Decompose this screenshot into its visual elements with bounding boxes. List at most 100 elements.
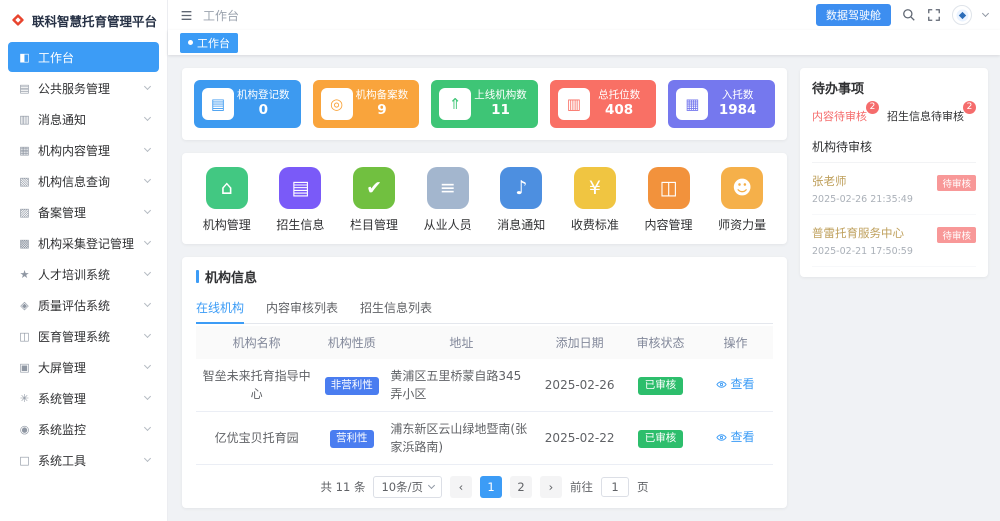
institution-address: 浦东新区云山绿地暨南(张家浜路南) <box>386 412 536 465</box>
select-caret-icon <box>428 482 435 489</box>
tab-content-review-list[interactable]: 内容审核列表 <box>266 293 338 323</box>
sidebar-item-workbench[interactable]: ◧ 工作台 <box>8 42 159 72</box>
screen-icon: ▣ <box>17 361 32 374</box>
app-label: 内容管理 <box>637 216 701 233</box>
chevron-down-icon <box>144 362 151 369</box>
sidebar-item-medical-care[interactable]: ◫ 医育管理系统 <box>8 321 159 351</box>
todo-title: 待办事项 <box>812 78 976 97</box>
institution-name: 亿优宝贝托育园 <box>196 412 317 465</box>
content-grid-icon: ◫ <box>648 167 690 209</box>
app-label: 机构管理 <box>195 216 259 233</box>
data-cockpit-button[interactable]: 数据驾驶舱 <box>816 4 891 26</box>
app-content-mgmt[interactable]: ◫ 内容管理 <box>637 167 701 233</box>
institution-table: 机构名称 机构性质 地址 添加日期 审核状态 操作 智垒 <box>196 326 773 468</box>
view-button[interactable]: 查看 <box>716 375 754 393</box>
next-page-button[interactable]: › <box>540 476 562 498</box>
col-address: 地址 <box>386 326 536 359</box>
user-menu-caret-icon[interactable] <box>982 10 989 17</box>
tab-admission-info-list[interactable]: 招生信息列表 <box>360 293 432 323</box>
sidebar-item-system-monitor[interactable]: ◉ 系统监控 <box>8 414 159 444</box>
app-fee-standard[interactable]: ¥ 收费标准 <box>563 167 627 233</box>
sidebar-item-collection-registration[interactable]: ▩ 机构采集登记管理 <box>8 228 159 258</box>
sidebar-item-label: 系统监控 <box>38 421 145 438</box>
chevron-down-icon <box>144 393 151 400</box>
sidebar-item-label: 消息通知 <box>38 111 145 128</box>
header-actions: 数据驾驶舱 <box>816 4 988 26</box>
app-teachers[interactable]: ☻ 师资力量 <box>710 167 774 233</box>
chevron-down-icon <box>144 331 151 338</box>
prev-page-button[interactable]: ‹ <box>450 476 472 498</box>
staff-list-icon: ≡ <box>427 167 469 209</box>
institution-address: 黄浦区五里桥蒙自路345弄小区 <box>386 359 536 412</box>
stat-enrolled: ▦ 入托数 1984 <box>668 80 775 128</box>
page-button-1[interactable]: 1 <box>480 476 502 498</box>
sidebar-item-filing[interactable]: ▨ 备案管理 <box>8 197 159 227</box>
user-avatar[interactable] <box>952 5 972 25</box>
tag-label: 工作台 <box>197 35 230 51</box>
app-label: 栏目管理 <box>342 216 406 233</box>
stat-filed: ◎ 机构备案数 9 <box>313 80 420 128</box>
app-logo-row: 联科智慧托育管理平台 <box>0 0 167 38</box>
view-button[interactable]: 查看 <box>716 428 754 446</box>
goto-suffix: 页 <box>637 479 649 495</box>
app-label: 师资力量 <box>710 216 774 233</box>
gear-icon: ✳ <box>17 392 32 405</box>
col-date: 添加日期 <box>536 326 623 359</box>
sidebar-item-label: 人才培训系统 <box>38 266 145 283</box>
app-label: 收费标准 <box>563 216 627 233</box>
sidebar-item-notifications[interactable]: ▥ 消息通知 <box>8 104 159 134</box>
view-icon <box>716 379 727 390</box>
nature-badge: 营利性 <box>330 430 374 448</box>
app-institution-mgmt[interactable]: ⌂ 机构管理 <box>195 167 259 233</box>
sidebar-item-quality-assessment[interactable]: ◈ 质量评估系统 <box>8 290 159 320</box>
todo-item-name: 普雷托育服务中心 <box>812 225 913 241</box>
app-label: 消息通知 <box>489 216 553 233</box>
chevron-down-icon <box>144 300 151 307</box>
sidebar-item-talent-training[interactable]: ★ 人才培训系统 <box>8 259 159 289</box>
todo-item-time: 2025-02-26 21:35:49 <box>812 194 913 205</box>
stat-label: 总托位数 <box>590 89 649 102</box>
online-up-icon: ⇑ <box>439 88 471 120</box>
todo-item[interactable]: 张老师 2025-02-26 21:35:49 待审核 <box>812 163 976 215</box>
sidebar-item-system-mgmt[interactable]: ✳ 系统管理 <box>8 383 159 413</box>
institution-tabs: 在线机构 内容审核列表 招生信息列表 <box>196 293 773 324</box>
tag-workbench[interactable]: 工作台 <box>180 33 238 53</box>
sidebar-item-label: 机构内容管理 <box>38 142 145 159</box>
app-window: 联科智慧托育管理平台 ◧ 工作台 ▤ 公共服务管理 ▥ 消息通知 ▦ 机构内容管… <box>0 0 1000 521</box>
app-admission-info[interactable]: ▤ 招生信息 <box>268 167 332 233</box>
todo-item[interactable]: 普雷托育服务中心 2025-02-21 17:50:59 待审核 <box>812 215 976 267</box>
quality-icon: ◈ <box>17 299 32 312</box>
tab-content-pending[interactable]: 内容待审核 2 <box>812 108 867 127</box>
sidebar-item-content-mgmt[interactable]: ▦ 机构内容管理 <box>8 135 159 165</box>
sidebar-item-label: 大屏管理 <box>38 359 145 376</box>
enrollment-calendar-icon: ▦ <box>676 88 708 120</box>
main-area: 工作台 数据驾驶舱 工作台 <box>168 0 1000 521</box>
total-count: 共 11 条 <box>321 479 366 495</box>
page-size-select[interactable]: 10条/页 <box>373 476 442 498</box>
sidebar-item-label: 质量评估系统 <box>38 297 145 314</box>
breadcrumb: 工作台 <box>203 7 239 24</box>
chevron-down-icon <box>144 424 151 431</box>
page-button-2[interactable]: 2 <box>510 476 532 498</box>
app-notifications[interactable]: ♪ 消息通知 <box>489 167 553 233</box>
menu-fold-icon[interactable] <box>180 9 193 22</box>
goto-page-input[interactable] <box>601 477 629 497</box>
app-column-mgmt[interactable]: ✔ 栏目管理 <box>342 167 406 233</box>
sidebar-item-screen-mgmt[interactable]: ▣ 大屏管理 <box>8 352 159 382</box>
dashboard-content: ▤ 机构登记数 0 ◎ 机构备案数 9 ⇑ <box>168 55 1000 521</box>
tab-online-institutions[interactable]: 在线机构 <box>196 293 244 324</box>
tab-admission-pending[interactable]: 招生信息待审核 2 <box>887 108 964 127</box>
search-icon[interactable] <box>902 8 916 22</box>
message-icon: ▥ <box>17 113 32 126</box>
app-label: 招生信息 <box>268 216 332 233</box>
sidebar-item-info-query[interactable]: ▧ 机构信息查询 <box>8 166 159 196</box>
medical-icon: ◫ <box>17 330 32 343</box>
added-date: 2025-02-26 <box>536 359 623 412</box>
chevron-down-icon <box>144 207 151 214</box>
sidebar-item-system-tools[interactable]: □ 系统工具 <box>8 445 159 475</box>
sidebar-item-public-service[interactable]: ▤ 公共服务管理 <box>8 73 159 103</box>
stat-label: 机构登记数 <box>234 89 293 102</box>
app-staff[interactable]: ≡ 从业人员 <box>416 167 480 233</box>
fullscreen-icon[interactable] <box>927 8 941 22</box>
public-service-icon: ▤ <box>17 82 32 95</box>
